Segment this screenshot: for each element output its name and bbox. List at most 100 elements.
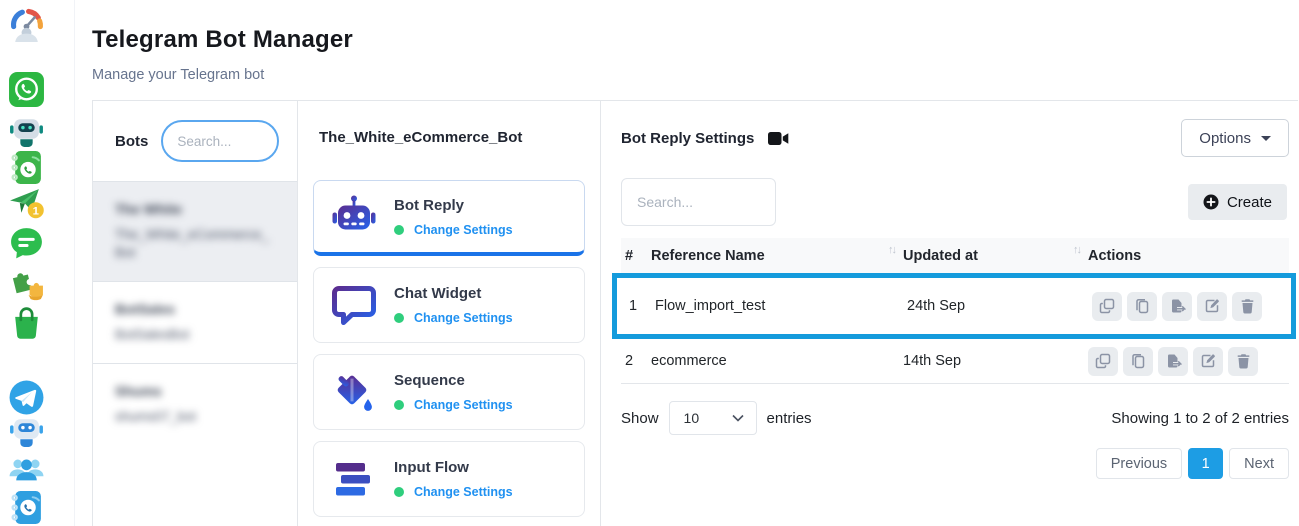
status-dot-icon <box>394 487 404 497</box>
delete-icon <box>1236 353 1251 369</box>
store-bag-icon[interactable] <box>8 304 45 341</box>
previous-page-button[interactable]: Previous <box>1096 448 1182 479</box>
panel-title: Bot Reply Settings <box>621 130 754 147</box>
status-dot-icon <box>394 400 404 410</box>
bot-reply-table: # Reference Name ↑↓ Updated at ↑↓ Action… <box>621 238 1289 384</box>
table-row[interactable]: 1 Flow_import_test 24th Sep <box>612 273 1296 339</box>
integrations-puzzle-icon[interactable] <box>8 264 45 301</box>
table-search-input[interactable] <box>621 178 776 226</box>
robot-icon <box>330 193 378 241</box>
bot-username: BotSalesBot <box>115 326 275 344</box>
bot-name: Shums <box>115 383 275 399</box>
clone-button[interactable] <box>1123 347 1153 376</box>
setting-card-bot-reply[interactable]: Bot Reply Change Settings <box>313 180 585 256</box>
paint-bucket-icon <box>330 368 378 416</box>
bot-reply-settings-panel: Bot Reply Settings Options <box>601 101 1298 526</box>
campaign-plane-icon[interactable]: 1 <box>8 184 45 221</box>
status-dot-icon <box>394 225 404 235</box>
chevron-down-icon <box>732 414 744 422</box>
col-updated-at[interactable]: Updated at ↑↓ <box>903 248 1088 264</box>
bot-list-item[interactable]: The White The_White_eCommerce_Bot <box>93 181 297 281</box>
bot-name: BotSales <box>115 301 275 317</box>
card-title: Chat Widget <box>394 285 481 302</box>
page-size-select[interactable]: 10 <box>669 401 757 435</box>
workspace-card: Bots The White The_White_eCommerce_Bot B… <box>92 100 1298 526</box>
clone-icon <box>1134 298 1150 314</box>
settings-cards: Bot Reply Change Settings Cha <box>313 180 585 517</box>
setting-card-sequence[interactable]: Sequence Change Settings <box>313 354 585 430</box>
change-settings-link[interactable]: Change Settings <box>414 311 513 325</box>
messenger-bubble-icon[interactable] <box>8 225 45 262</box>
sort-icon[interactable]: ↑↓ <box>1073 244 1080 256</box>
dashboard-gauge-icon[interactable] <box>8 5 45 42</box>
change-settings-link[interactable]: Change Settings <box>414 485 513 499</box>
bot-username: shums07_bot <box>115 408 275 426</box>
row-num: 1 <box>629 298 655 314</box>
delete-button[interactable] <box>1232 292 1262 321</box>
options-button[interactable]: Options <box>1181 119 1289 157</box>
card-title: Sequence <box>394 372 465 389</box>
selected-bot-name: The_White_eCommerce_Bot <box>319 129 585 146</box>
bot-username: The_White_eCommerce_Bot <box>115 226 275 262</box>
current-page-button[interactable]: 1 <box>1188 448 1223 479</box>
entries-label: entries <box>767 410 812 427</box>
export-icon <box>1165 353 1182 369</box>
telegram-icon[interactable] <box>8 379 45 416</box>
row-num: 2 <box>625 353 651 369</box>
export-icon <box>1169 298 1186 314</box>
pagination: Previous 1 Next <box>621 448 1289 479</box>
page-subtitle: Manage your Telegram bot <box>92 67 353 83</box>
card-title: Input Flow <box>394 459 469 476</box>
row-updated-at: 24th Sep <box>907 298 1092 314</box>
app-sidebar: 1 <box>0 0 75 526</box>
change-settings-link[interactable]: Change Settings <box>414 223 513 237</box>
plus-circle-icon <box>1203 194 1219 210</box>
delete-button[interactable] <box>1228 347 1258 376</box>
bot-list-item[interactable]: Shums shums07_bot <box>93 363 297 445</box>
copy-icon <box>1099 298 1115 314</box>
clone-button[interactable] <box>1127 292 1157 321</box>
bot-list-item[interactable]: BotSales BotSalesBot <box>93 281 297 363</box>
row-reference-name: ecommerce <box>651 353 903 369</box>
edit-button[interactable] <box>1193 347 1223 376</box>
col-actions: Actions <box>1088 248 1289 264</box>
options-label: Options <box>1199 130 1251 147</box>
clone-icon <box>1130 353 1146 369</box>
col-num: # <box>625 248 651 264</box>
page-header: Telegram Bot Manager Manage your Telegra… <box>92 26 353 83</box>
edit-icon <box>1204 298 1220 314</box>
bots-panel-header: Bots <box>93 101 297 181</box>
status-dot-icon <box>394 313 404 323</box>
page-size-value: 10 <box>684 410 700 426</box>
row-actions <box>1088 347 1289 376</box>
video-camera-icon[interactable] <box>768 131 789 146</box>
row-actions <box>1092 292 1291 321</box>
change-settings-link[interactable]: Change Settings <box>414 398 513 412</box>
contacts-green-icon[interactable] <box>8 149 45 186</box>
export-button[interactable] <box>1162 292 1192 321</box>
contacts-blue-icon[interactable] <box>8 489 45 526</box>
setting-card-chat-widget[interactable]: Chat Widget Change Settings <box>313 267 585 343</box>
chatbot-blue-icon[interactable] <box>8 412 45 449</box>
copy-button[interactable] <box>1092 292 1122 321</box>
row-reference-name: Flow_import_test <box>655 298 907 314</box>
card-title: Bot Reply <box>394 197 464 214</box>
bots-search-input[interactable] <box>161 120 279 162</box>
delete-icon <box>1240 298 1255 314</box>
copy-button[interactable] <box>1088 347 1118 376</box>
create-label: Create <box>1227 194 1272 211</box>
setting-card-input-flow[interactable]: Input Flow Change Settings <box>313 441 585 517</box>
copy-icon <box>1095 353 1111 369</box>
col-reference-name[interactable]: Reference Name ↑↓ <box>651 248 903 264</box>
chevron-down-icon <box>1261 136 1271 141</box>
edit-button[interactable] <box>1197 292 1227 321</box>
groups-icon[interactable] <box>8 450 45 487</box>
next-page-button[interactable]: Next <box>1229 448 1289 479</box>
export-button[interactable] <box>1158 347 1188 376</box>
table-row[interactable]: 2 ecommerce 14th Sep <box>621 339 1289 384</box>
showing-entries-text: Showing 1 to 2 of 2 entries <box>1111 410 1289 427</box>
create-button[interactable]: Create <box>1188 184 1287 220</box>
chatbot-teal-icon[interactable] <box>8 112 45 149</box>
sort-icon[interactable]: ↑↓ <box>888 244 895 256</box>
whatsapp-icon[interactable] <box>8 71 45 108</box>
